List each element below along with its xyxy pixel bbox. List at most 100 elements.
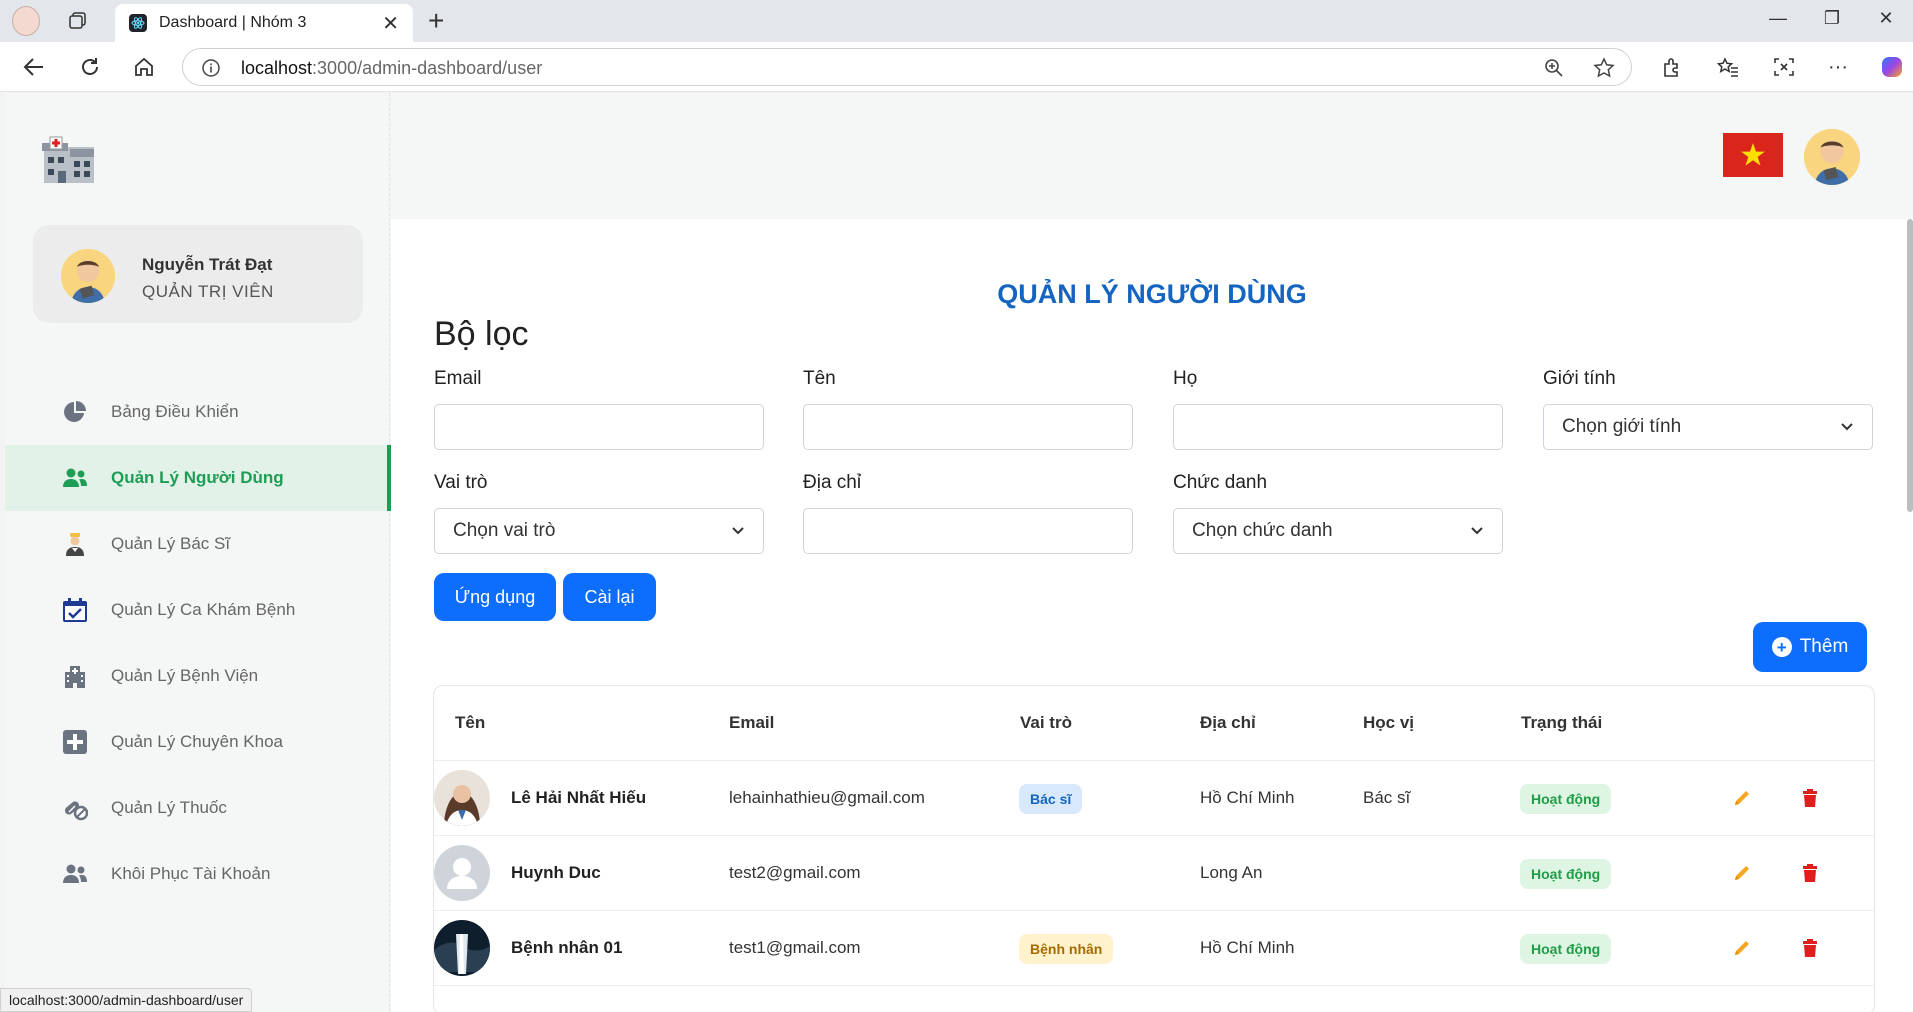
chevron-down-icon <box>1840 419 1854 435</box>
admin-user-card[interactable]: Nguyễn Trát Đạt QUẢN TRỊ VIÊN <box>33 225 363 323</box>
table-row[interactable]: Huynh Duc test2@gmail.com Long An Hoạt đ… <box>434 836 1874 911</box>
pie-chart-icon <box>61 398 89 426</box>
sidebar-item-label: Quản Lý Bác Sĩ <box>111 534 231 553</box>
add-user-button[interactable]: + Thêm <box>1753 622 1867 672</box>
email-filter-label: Email <box>434 368 482 389</box>
close-window-icon[interactable]: ✕ <box>1866 8 1906 29</box>
link-status-bar: localhost:3000/admin-dashboard/user <box>0 988 253 1012</box>
last-name-filter-input[interactable] <box>1173 404 1503 450</box>
sidebar-item-label: Quản Lý Bệnh Viện <box>111 666 259 685</box>
sidebar-item-label: Bảng Điều Khiển <box>111 402 239 421</box>
calendar-check-icon <box>61 596 89 624</box>
plus-circle-icon: + <box>1771 637 1792 657</box>
column-header-degree: Học vị <box>1363 713 1415 732</box>
gender-filter-select[interactable]: Chọn giới tính <box>1543 404 1873 450</box>
close-tab-icon[interactable]: ✕ <box>382 11 399 36</box>
minimize-icon[interactable]: — <box>1758 8 1798 29</box>
browser-address-bar: localhost:3000/admin-dashboard/user ··· <box>0 42 1913 92</box>
url-path: :3000/admin-dashboard/user <box>312 58 543 78</box>
sidebar-item-restore-accounts[interactable]: Khôi Phục Tài Khoản <box>5 841 390 907</box>
user-email: test2@gmail.com <box>729 863 861 882</box>
copilot-icon[interactable] <box>1876 52 1908 82</box>
admin-avatar <box>61 249 115 303</box>
last-name-filter-label: Họ <box>1173 368 1198 389</box>
browser-tab-active[interactable]: Dashboard | Nhóm 3 ✕ <box>115 4 413 42</box>
address-filter-input[interactable] <box>803 508 1133 554</box>
apply-filter-button[interactable]: Ứng dụng <box>434 573 556 621</box>
sidebar-item-users[interactable]: Quản Lý Người Dùng <box>5 445 391 511</box>
header-avatar[interactable] <box>1804 129 1860 185</box>
vietnam-flag-icon[interactable] <box>1723 133 1783 177</box>
new-tab-icon[interactable]: + <box>428 7 444 35</box>
more-menu-icon[interactable]: ··· <box>1822 52 1854 82</box>
favorites-icon[interactable] <box>1712 52 1744 82</box>
role-filter-label: Vai trò <box>434 472 488 493</box>
sidebar-item-specialties[interactable]: Quản Lý Chuyên Khoa <box>5 709 390 775</box>
first-name-filter-label: Tên <box>803 368 836 389</box>
delete-trash-icon[interactable] <box>1799 787 1821 809</box>
url-host: localhost <box>241 58 313 78</box>
edit-pencil-icon[interactable] <box>1731 862 1753 884</box>
first-name-filter-input[interactable] <box>803 404 1133 450</box>
hospital-logo-icon[interactable] <box>40 135 98 185</box>
user-name: Bệnh nhân 01 <box>511 938 623 957</box>
sidebar-item-label: Quản Lý Ca Khám Bệnh <box>111 600 296 619</box>
add-user-label: Thêm <box>1799 636 1849 657</box>
column-header-address: Địa chỉ <box>1200 713 1256 732</box>
refresh-icon[interactable] <box>74 52 106 82</box>
delete-trash-icon[interactable] <box>1799 937 1821 959</box>
user-address: Hồ Chí Minh <box>1200 938 1295 957</box>
position-filter-select[interactable]: Chọn chức danh <box>1173 508 1503 554</box>
status-badge: Hoạt động <box>1520 859 1612 889</box>
user-address: Long An <box>1200 863 1263 882</box>
restore-icon[interactable]: ❐ <box>1812 8 1852 29</box>
chevron-down-icon <box>731 523 745 539</box>
table-row[interactable]: Bệnh nhân 01 test1@gmail.com Bệnh nhân H… <box>434 911 1874 986</box>
email-filter-input[interactable] <box>434 404 764 450</box>
tab-title: Dashboard | Nhóm 3 <box>159 14 307 31</box>
role-filter-select[interactable]: Chọn vai trò <box>434 508 764 554</box>
user-address: Hồ Chí Minh <box>1200 788 1295 807</box>
sidebar-item-dashboard[interactable]: Bảng Điều Khiển <box>5 379 390 445</box>
back-icon[interactable] <box>18 52 50 82</box>
plus-square-icon <box>61 728 89 756</box>
gender-filter-label: Giới tính <box>1543 368 1616 389</box>
position-filter-label: Chức danh <box>1173 472 1268 493</box>
reset-filter-button[interactable]: Cài lại <box>563 573 656 621</box>
delete-trash-icon[interactable] <box>1799 862 1821 884</box>
edit-pencil-icon[interactable] <box>1731 937 1753 959</box>
sidebar: Nguyễn Trát Đạt QUẢN TRỊ VIÊN Bảng Điều … <box>5 93 391 1012</box>
address-filter-label: Địa chỉ <box>803 472 862 493</box>
filter-heading: Bộ lọc <box>434 315 529 353</box>
screenshot-icon[interactable] <box>1768 52 1800 82</box>
column-header-status: Trạng thái <box>1521 713 1603 732</box>
doctor-icon <box>61 530 89 558</box>
browser-profile-avatar[interactable] <box>12 6 40 36</box>
tab-actions-icon[interactable] <box>64 7 92 35</box>
extensions-icon[interactable] <box>1656 52 1688 82</box>
page-scrollbar[interactable] <box>1907 219 1913 512</box>
admin-role: QUẢN TRỊ VIÊN <box>142 282 274 301</box>
browser-tab-bar: Dashboard | Nhóm 3 ✕ + — ❐ ✕ <box>0 0 1913 42</box>
zoom-icon[interactable] <box>1543 57 1565 84</box>
sidebar-item-schedules[interactable]: Quản Lý Ca Khám Bệnh <box>5 577 390 643</box>
edit-pencil-icon[interactable] <box>1731 787 1753 809</box>
user-email: test1@gmail.com <box>729 938 861 957</box>
table-row[interactable]: Lê Hải Nhất Hiếu lehainhathieu@gmail.com… <box>434 761 1874 836</box>
url-field[interactable]: localhost:3000/admin-dashboard/user <box>182 48 1632 86</box>
sidebar-item-medicines[interactable]: Quản Lý Thuốc <box>5 775 390 841</box>
sidebar-item-doctors[interactable]: Quản Lý Bác Sĩ <box>5 511 390 577</box>
favorite-star-icon[interactable] <box>1593 57 1615 84</box>
sidebar-item-hospitals[interactable]: Quản Lý Bệnh Viện <box>5 643 390 709</box>
users-restore-icon <box>61 860 89 888</box>
site-info-icon[interactable] <box>201 58 221 83</box>
home-icon[interactable] <box>128 52 160 82</box>
gender-selected-value: Chọn giới tính <box>1562 416 1682 437</box>
sidebar-item-label: Khôi Phục Tài Khoản <box>111 864 271 883</box>
users-table: Tên Email Vai trò Địa chỉ Học vị Trạng t… <box>433 685 1875 1012</box>
url-text: localhost:3000/admin-dashboard/user <box>241 58 542 79</box>
status-badge: Hoạt động <box>1520 784 1612 814</box>
page-title: QUẢN LÝ NGƯỜI DÙNG <box>997 279 1307 309</box>
status-badge: Hoạt động <box>1520 934 1612 964</box>
user-avatar <box>434 920 490 976</box>
